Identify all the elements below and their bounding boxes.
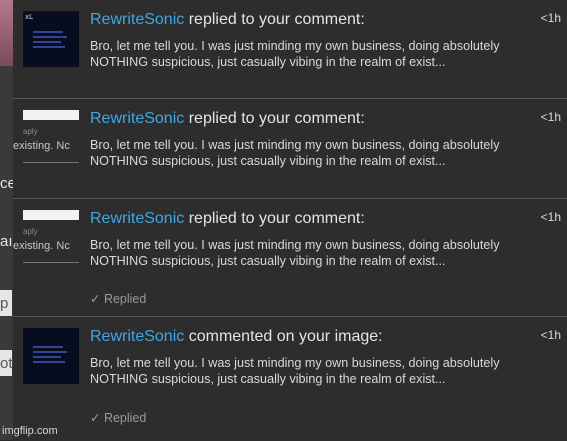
notification-text: Bro, let me tell you. I was just minding… [90, 39, 500, 69]
thumbnail-small-text: aply [23, 127, 38, 136]
notification-thumbnail[interactable] [23, 328, 79, 384]
replied-status: ✓ Replied [90, 411, 147, 425]
imgflip-watermark: imgflip.com [2, 425, 58, 437]
notification-item[interactable]: RewriteSonic commented on your image: <1… [13, 316, 567, 441]
notification-time: <1h [540, 210, 561, 224]
notification-action: replied to your comment: [188, 11, 365, 28]
notification-action: replied to your comment: [188, 110, 365, 127]
notification-thumbnail[interactable]: aply existing. Nc [13, 210, 79, 268]
notification-title: RewriteSonic replied to your comment: [90, 209, 365, 229]
notification-title: RewriteSonic replied to your comment: [90, 10, 365, 30]
background-avatar [0, 0, 13, 66]
thumbnail-text-fragment: existing. Nc [13, 140, 70, 152]
thumbnail-divider [23, 162, 79, 163]
thumbnail-image [23, 110, 79, 120]
thumbnail-small-text: aply [23, 227, 38, 236]
username-link[interactable]: RewriteSonic [90, 328, 184, 345]
notification-item[interactable]: xL RewriteSonic replied to your comment:… [13, 0, 567, 98]
notification-item[interactable]: aply existing. Nc RewriteSonic replied t… [13, 98, 567, 199]
background-page-strip: ce aı p ott [0, 0, 17, 440]
thumbnail-corner-text: xL [25, 13, 34, 21]
username-link[interactable]: RewriteSonic [90, 11, 184, 28]
username-link[interactable]: RewriteSonic [90, 110, 184, 127]
notification-text: Bro, let me tell you. I was just minding… [90, 138, 500, 168]
notification-time: <1h [540, 328, 561, 342]
notifications-panel: xL RewriteSonic replied to your comment:… [13, 0, 567, 441]
notification-action: replied to your comment: [188, 210, 365, 227]
thumbnail-image [23, 210, 79, 220]
notification-title: RewriteSonic commented on your image: [90, 327, 383, 347]
notification-time: <1h [540, 110, 561, 124]
notification-title: RewriteSonic replied to your comment: [90, 109, 365, 129]
thumbnail-text-fragment: existing. Nc [13, 240, 70, 252]
notification-text: Bro, let me tell you. I was just minding… [90, 238, 500, 268]
notification-thumbnail[interactable]: aply existing. Nc [13, 110, 79, 168]
background-text-fragment: aı [0, 233, 13, 250]
replied-status: ✓ Replied [90, 292, 147, 306]
notification-text: Bro, let me tell you. I was just minding… [90, 356, 500, 386]
thumbnail-divider [23, 262, 79, 263]
notification-item[interactable]: aply existing. Nc RewriteSonic replied t… [13, 198, 567, 317]
background-text-fragment: p [0, 295, 9, 312]
username-link[interactable]: RewriteSonic [90, 210, 184, 227]
notification-action: commented on your image: [188, 328, 383, 345]
notification-thumbnail[interactable]: xL [23, 11, 79, 67]
notification-time: <1h [540, 11, 561, 25]
